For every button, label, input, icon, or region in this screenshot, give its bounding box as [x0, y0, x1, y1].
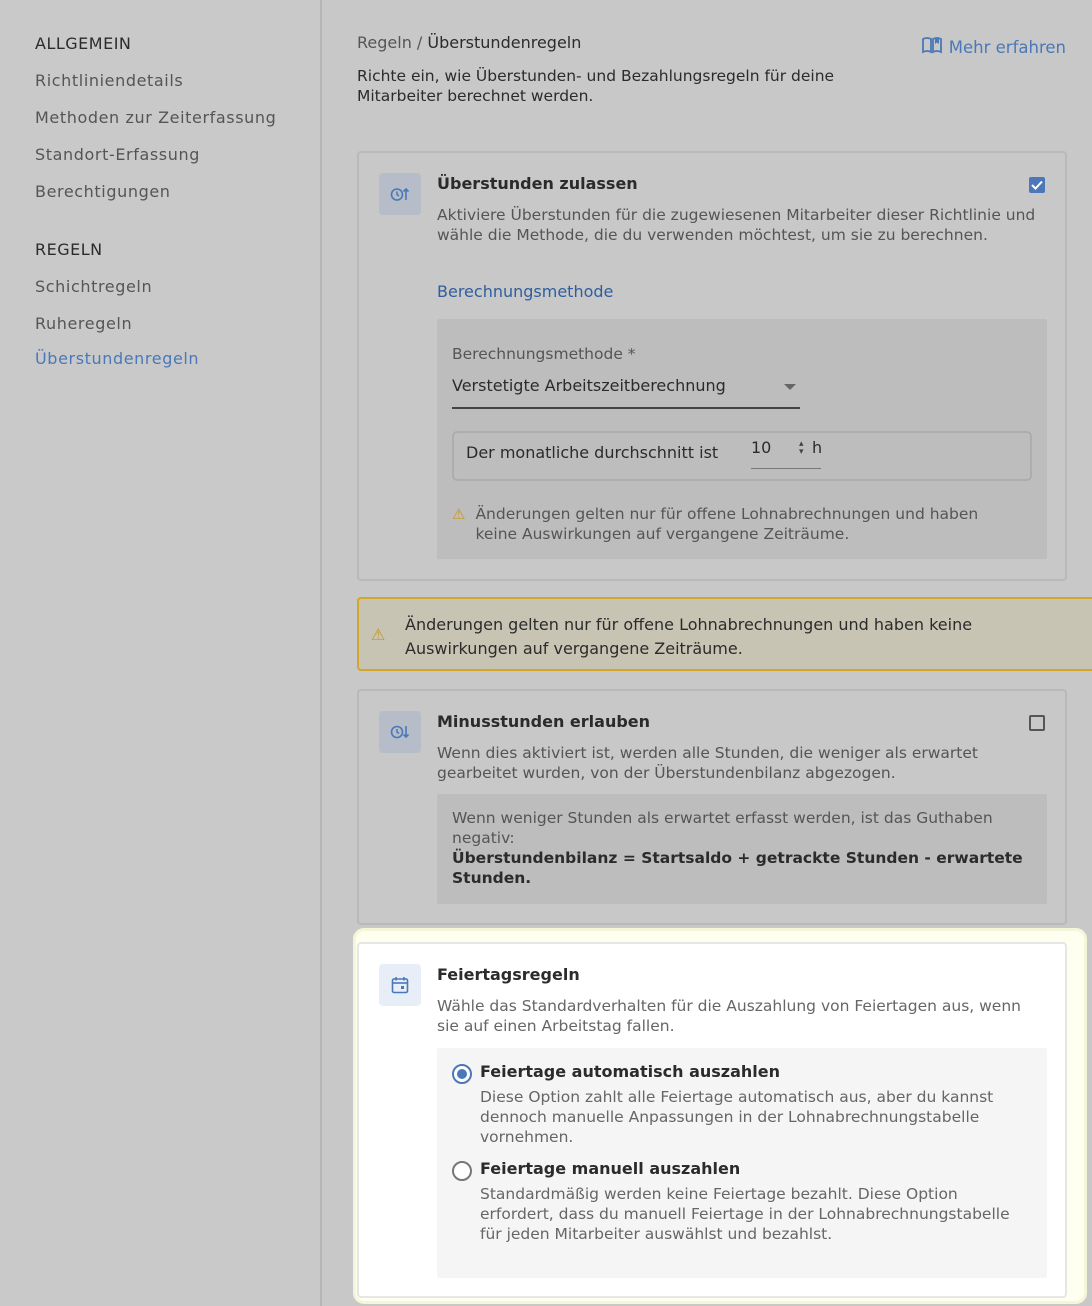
sidebar-section-general: ALLGEMEIN — [35, 34, 132, 53]
method-select-value: Verstetigte Arbeitszeitberechnung — [452, 376, 726, 395]
banner-text: Änderungen gelten nur für offene Lohnabr… — [405, 615, 973, 658]
check-icon — [1031, 180, 1043, 190]
radio-auto[interactable] — [452, 1064, 472, 1084]
page-subtitle: Richte ein, wie Überstunden- und Bezahlu… — [357, 67, 835, 105]
holiday-option-manual-title: Feiertage manuell auszahlen — [480, 1159, 741, 1178]
warning-icon: ⚠ — [371, 625, 386, 644]
minus-hours-info-panel: Wenn weniger Stunden als erwartet erfass… — [437, 794, 1047, 904]
learn-more-label: Mehr erfahren — [948, 37, 1066, 57]
caret-down-icon — [784, 384, 796, 390]
learn-more-link[interactable]: Mehr erfahren — [921, 36, 1066, 58]
overtime-title: Überstunden zulassen — [437, 174, 638, 193]
holiday-option-auto-title: Feiertage automatisch auszahlen — [480, 1062, 781, 1081]
monthly-average-input[interactable]: 10 ▴ ▾ h — [751, 437, 823, 469]
overtime-description: Aktiviere Überstunden für die zugewiesen… — [437, 206, 1036, 244]
main-content: Regeln / Überstundenregeln Mehr erfahren… — [324, 0, 1092, 1306]
minus-hours-formula: Überstundenbilanz = Startsaldo + getrack… — [452, 849, 1023, 887]
monthly-average-unit: h — [812, 438, 823, 457]
breadcrumb-parent[interactable]: Regeln — [357, 33, 412, 52]
book-icon — [921, 36, 943, 58]
minus-hours-title: Minusstunden erlauben — [437, 712, 651, 731]
calendar-icon — [379, 964, 421, 1006]
calculation-method-link[interactable]: Berechnungsmethode — [437, 282, 613, 301]
overtime-warning-text: Änderungen gelten nur für offene Lohnabr… — [475, 505, 979, 543]
clock-up-icon — [379, 173, 421, 215]
settings-sidebar: ALLGEMEIN Richtliniendetails Methoden zu… — [0, 0, 322, 1306]
sidebar-section-rules: REGELN — [35, 240, 103, 259]
minus-hours-card: Minusstunden erlauben Wenn dies aktivier… — [357, 689, 1067, 925]
sidebar-item-location-tracking[interactable]: Standort-Erfassung — [0, 136, 320, 173]
holiday-options-panel: Feiertage automatisch auszahlen Diese Op… — [437, 1048, 1047, 1278]
breadcrumb: Regeln / Überstundenregeln — [357, 33, 582, 52]
holiday-rules-title: Feiertagsregeln — [437, 965, 580, 984]
method-select[interactable]: Verstetigte Arbeitszeitberechnung — [452, 371, 800, 409]
breadcrumb-current: Überstundenregeln — [427, 33, 582, 52]
warning-icon: ⚠ — [452, 505, 466, 523]
minus-hours-checkbox[interactable] — [1029, 715, 1045, 731]
sidebar-item-permissions[interactable]: Berechtigungen — [0, 173, 320, 210]
holiday-option-manual[interactable]: Feiertage manuell auszahlen Standardmäßi… — [452, 1159, 1042, 1269]
monthly-average-label: Der monatliche durchschnitt ist — [466, 443, 719, 462]
sidebar-item-shift-rules[interactable]: Schichtregeln — [0, 268, 320, 305]
payroll-warning-banner: ⚠ Änderungen gelten nur für offene Lohna… — [357, 597, 1092, 671]
overtime-warning: ⚠ Änderungen gelten nur für offene Lohna… — [452, 504, 1012, 544]
clock-down-icon — [379, 711, 421, 753]
minus-hours-description: Wenn dies aktiviert ist, werden alle Stu… — [437, 744, 978, 782]
monthly-average-value: 10 — [751, 438, 772, 457]
sidebar-item-rest-rules[interactable]: Ruheregeln — [0, 305, 320, 342]
holiday-rules-description: Wähle das Standardverhalten für die Ausz… — [437, 997, 1021, 1035]
sidebar-item-tracking-methods[interactable]: Methoden zur Zeiterfassung — [0, 99, 320, 136]
sidebar-item-policy-details[interactable]: Richtliniendetails — [0, 62, 320, 99]
minus-hours-info-text: Wenn weniger Stunden als erwartet erfass… — [452, 809, 1023, 887]
holiday-option-manual-description: Standardmäßig werden keine Feiertage bez… — [480, 1185, 1010, 1243]
calculation-method-panel: Berechnungsmethode * Verstetigte Arbeits… — [437, 319, 1047, 559]
holiday-rules-card: Feiertagsregeln Wähle das Standardverhal… — [357, 942, 1067, 1298]
sidebar-item-overtime-rules[interactable]: Überstundenregeln — [0, 342, 320, 375]
holiday-option-auto-description: Diese Option zahlt alle Feiertage automa… — [480, 1088, 994, 1146]
monthly-average-box: Der monatliche durchschnitt ist 10 ▴ ▾ h — [452, 431, 1032, 481]
radio-manual[interactable] — [452, 1161, 472, 1181]
overtime-card: Überstunden zulassen Aktiviere Überstund… — [357, 151, 1067, 581]
overtime-checkbox[interactable] — [1029, 177, 1045, 193]
holiday-option-auto[interactable]: Feiertage automatisch auszahlen Diese Op… — [452, 1062, 1042, 1162]
method-label: Berechnungsmethode * — [452, 345, 636, 363]
stepper-icon[interactable]: ▴ ▾ — [799, 440, 804, 457]
